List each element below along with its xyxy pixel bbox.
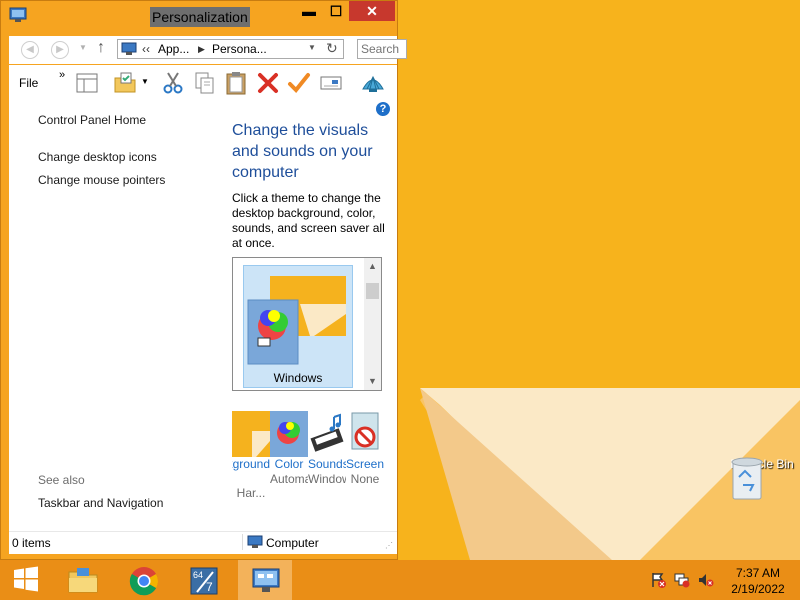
color-value: Automatic: [270, 472, 308, 486]
theme-settings-row: Desktop Background Har... Color Automati…: [232, 411, 392, 531]
file-menu[interactable]: File: [19, 76, 38, 90]
search-box[interactable]: [357, 39, 407, 59]
window-title: Personalization: [150, 7, 250, 27]
breadcrumb-personalization[interactable]: Persona...: [212, 42, 267, 56]
title-bar[interactable]: Personalization ▬ ☐ ✕: [1, 1, 397, 31]
file-explorer-button[interactable]: [54, 560, 108, 600]
back-button[interactable]: ◀: [21, 41, 39, 59]
minimize-button[interactable]: ▬: [295, 1, 323, 21]
change-desktop-icons-link[interactable]: Change desktop icons: [38, 150, 157, 164]
forward-button[interactable]: ▶: [51, 41, 69, 59]
theme-preview-icon: [247, 276, 346, 365]
control-panel-icon[interactable]: [9, 5, 27, 23]
see-also-heading: See also: [38, 473, 85, 487]
breadcrumb-appearance[interactable]: App...: [158, 42, 189, 56]
change-mouse-pointers-link[interactable]: Change mouse pointers: [38, 173, 165, 187]
screen-saver-value: None: [350, 472, 380, 486]
recycle-bin-shortcut[interactable]: Recycle Bin: [727, 455, 797, 500]
taskbar: 64 7 7:37 AM 2/19/2022: [0, 560, 800, 600]
sounds-link[interactable]: Sounds: [308, 457, 346, 472]
scroll-thumb[interactable]: [366, 283, 379, 299]
address-bar[interactable]: ‹‹ App... ▶ Persona... ▼ ↻: [117, 39, 344, 59]
page-heading: Change the visuals and sounds on your co…: [232, 122, 373, 181]
scroll-up-icon[interactable]: ▲: [364, 258, 381, 275]
content-area: ? Control Panel Home Change desktop icon…: [9, 101, 397, 531]
system-clock[interactable]: 7:37 AM 2/19/2022: [722, 565, 794, 597]
screen-saver-setting[interactable]: Screen Saver None: [346, 411, 384, 487]
properties-dropdown-icon[interactable]: ▼: [141, 77, 149, 86]
control-panel-taskbar-button[interactable]: [238, 560, 292, 600]
checkmark-icon[interactable]: [287, 71, 311, 95]
rename-icon[interactable]: [319, 71, 343, 95]
paste-icon[interactable]: [224, 71, 248, 95]
app-64-icon: 64 7: [190, 567, 218, 595]
shell-icon[interactable]: [361, 71, 385, 95]
page-description: Click a theme to change the desktop back…: [232, 191, 385, 250]
color-link[interactable]: Color: [270, 457, 308, 472]
cut-icon[interactable]: [161, 71, 185, 95]
up-arrow-icon[interactable]: ↑: [97, 39, 105, 57]
desktop-background-value: Har...: [236, 486, 266, 500]
file-explorer-icon: [68, 568, 98, 593]
item-count: 0 items: [12, 536, 51, 550]
control-panel-home-link[interactable]: Control Panel Home: [38, 113, 146, 127]
refresh-icon[interactable]: ↻: [326, 40, 338, 57]
close-button[interactable]: ✕: [349, 1, 395, 21]
delete-icon[interactable]: [256, 71, 280, 95]
theme-list: Windows ▲ ▼: [232, 257, 382, 391]
navigation-bar: ◀ ▶ ▼ ↑ ‹‹ App... ▶ Persona... ▼ ↻: [9, 36, 407, 64]
color-setting[interactable]: Color Automatic: [270, 411, 308, 487]
theme-list-scrollbar[interactable]: ▲ ▼: [364, 258, 381, 390]
desktop-background-setting[interactable]: Desktop Background Har...: [232, 411, 270, 501]
toolbar-overflow-icon[interactable]: »: [59, 69, 65, 81]
theme-windows[interactable]: Windows: [243, 265, 353, 388]
sounds-value: Windows Default: [308, 472, 346, 486]
sounds-icon: [310, 413, 344, 452]
breadcrumb-separator-icon[interactable]: ▶: [198, 44, 205, 55]
taskbar-and-navigation-link[interactable]: Taskbar and Navigation: [38, 496, 163, 510]
layout-icon[interactable]: [75, 71, 99, 95]
sounds-setting[interactable]: Sounds Windows Default: [308, 411, 346, 487]
status-divider: [242, 534, 243, 550]
clock-time: 7:37 AM: [735, 566, 781, 580]
status-bar: 0 items Computer ⋰: [9, 531, 397, 554]
maximize-button[interactable]: ☐: [323, 1, 349, 21]
volume-muted-icon[interactable]: [698, 572, 714, 588]
color-icon: [270, 411, 308, 457]
toolbar: File » ▼: [9, 65, 397, 101]
chrome-icon: [129, 567, 158, 596]
status-location: Computer: [266, 536, 319, 550]
screen-saver-icon: [351, 412, 379, 450]
svg-text:64: 64: [193, 570, 203, 580]
personalization-window: Personalization ▬ ☐ ✕ ◀ ▶ ▼ ↑ ‹‹ App... …: [0, 0, 407, 560]
recycle-bin-icon: [731, 457, 763, 500]
screen-saver-link[interactable]: Screen Saver: [346, 457, 384, 472]
address-overflow[interactable]: ‹‹: [142, 42, 150, 56]
copy-icon[interactable]: [193, 71, 217, 95]
desktop-background-icon: [232, 411, 270, 457]
app-64-button[interactable]: 64 7: [176, 560, 230, 600]
clock-date: 2/19/2022: [731, 582, 785, 596]
help-icon[interactable]: ?: [376, 102, 390, 116]
recent-locations-chevron-icon[interactable]: ▼: [79, 43, 87, 52]
properties-icon[interactable]: [113, 71, 137, 95]
svg-text:7: 7: [206, 580, 213, 594]
computer-icon: [247, 535, 263, 548]
chrome-button[interactable]: [116, 560, 170, 600]
search-input[interactable]: [358, 40, 406, 58]
desktop-background-link[interactable]: Desktop Background: [232, 457, 270, 472]
network-icon[interactable]: [674, 572, 690, 588]
computer-icon: [121, 42, 137, 55]
scroll-down-icon[interactable]: ▼: [364, 373, 381, 390]
control-panel-icon: [252, 568, 280, 592]
start-button[interactable]: [0, 560, 48, 600]
theme-label: Windows: [273, 371, 323, 385]
action-center-icon[interactable]: [650, 572, 666, 588]
start-icon: [14, 566, 38, 592]
resize-grip-icon[interactable]: ⋰: [385, 541, 393, 550]
address-dropdown-icon[interactable]: ▼: [308, 43, 316, 52]
